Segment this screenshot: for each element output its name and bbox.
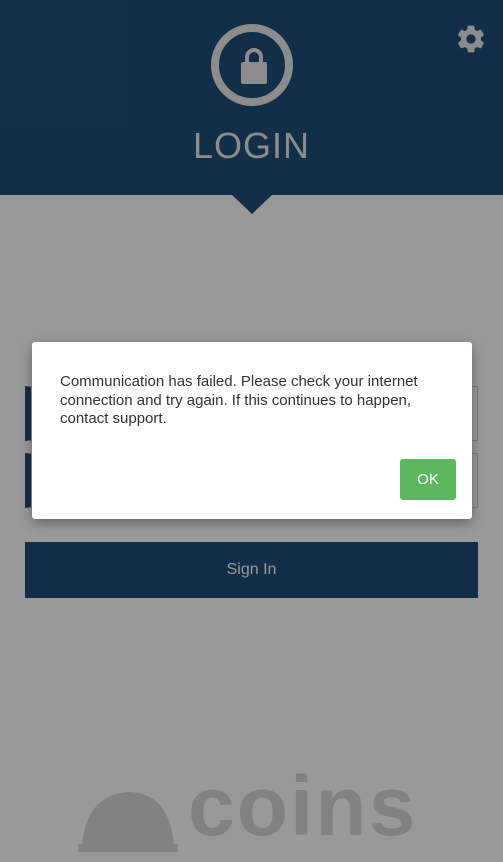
ok-button[interactable]: OK [400,459,456,500]
dialog-message: Communication has failed. Please check y… [60,373,418,427]
error-dialog: Communication has failed. Please check y… [32,342,472,519]
